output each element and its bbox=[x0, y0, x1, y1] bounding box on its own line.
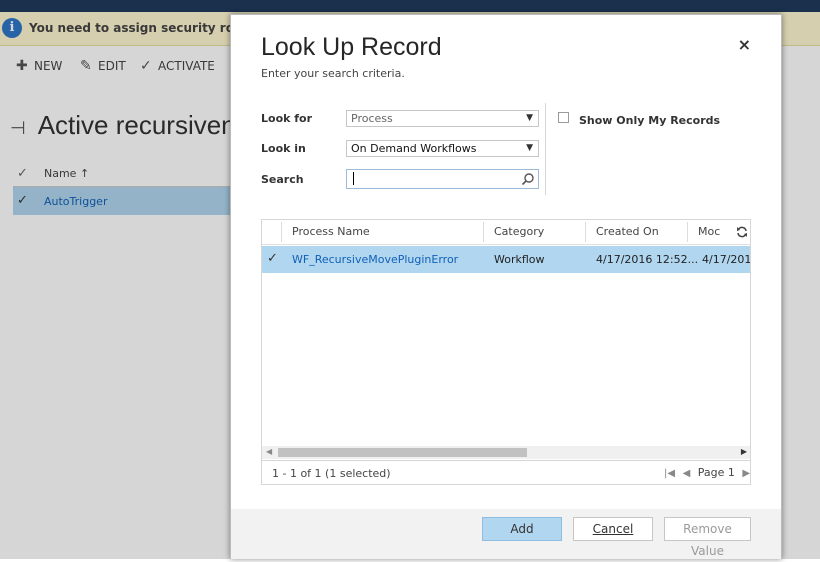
record-count: 1 - 1 of 1 (1 selected) bbox=[272, 467, 391, 480]
column-header-created-on[interactable]: Created On bbox=[596, 225, 659, 238]
close-icon[interactable]: × bbox=[738, 35, 751, 54]
row-check-icon[interactable]: ✓ bbox=[267, 251, 278, 266]
column-header-modified-on[interactable]: Moc bbox=[698, 225, 720, 238]
column-divider bbox=[281, 222, 282, 242]
created-on-cell: 4/17/2016 12:52... bbox=[596, 253, 699, 266]
page-number: Page 1 bbox=[697, 466, 735, 479]
modified-on-cell: 4/17/2016 bbox=[702, 253, 751, 266]
remove-value-button[interactable]: Remove Value bbox=[664, 517, 751, 558]
column-divider bbox=[687, 222, 688, 242]
column-header-process-name[interactable]: Process Name bbox=[292, 225, 370, 238]
column-divider bbox=[483, 222, 484, 242]
process-name-link[interactable]: WF_RecursiveMovePluginError bbox=[292, 253, 458, 266]
search-label: Search bbox=[261, 173, 304, 186]
show-only-my-records-checkbox[interactable] bbox=[558, 112, 569, 123]
add-button[interactable]: Add bbox=[482, 517, 562, 541]
lookup-dialog: Look Up Record Enter your search criteri… bbox=[230, 14, 782, 559]
search-input[interactable] bbox=[346, 169, 539, 189]
show-only-my-records-label[interactable]: Show Only My Records bbox=[579, 114, 720, 127]
category-cell: Workflow bbox=[494, 253, 545, 266]
previous-page-icon[interactable]: ◀ bbox=[683, 468, 691, 479]
results-grid-header: Process Name Category Created On Moc bbox=[262, 220, 750, 245]
text-caret bbox=[353, 172, 354, 185]
table-row[interactable]: ✓ WF_RecursiveMovePluginError Workflow 4… bbox=[262, 246, 751, 273]
first-page-icon[interactable]: |◀ bbox=[664, 468, 675, 479]
scroll-right-icon[interactable]: ▶ bbox=[741, 447, 747, 456]
pager: |◀ ◀ Page 1 ▶ bbox=[664, 466, 750, 479]
dialog-subtitle: Enter your search criteria. bbox=[261, 67, 405, 80]
results-grid: Process Name Category Created On Moc ✓ W… bbox=[261, 219, 751, 485]
grid-footer: 1 - 1 of 1 (1 selected) |◀ ◀ Page 1 ▶ bbox=[262, 460, 750, 484]
scrollbar-thumb[interactable] bbox=[278, 448, 527, 457]
divider bbox=[545, 103, 546, 195]
look-in-label: Look in bbox=[261, 142, 306, 155]
column-divider bbox=[585, 222, 586, 242]
scroll-left-icon[interactable]: ◀ bbox=[266, 447, 272, 456]
look-for-label: Look for bbox=[261, 112, 313, 125]
look-in-select[interactable]: On Demand Workflows ▼ bbox=[346, 140, 539, 157]
look-for-select[interactable]: Process ▼ bbox=[346, 110, 539, 127]
next-page-icon[interactable]: ▶ bbox=[742, 468, 750, 479]
dialog-title: Look Up Record bbox=[261, 33, 442, 61]
chevron-down-icon: ▼ bbox=[526, 143, 533, 153]
chevron-down-icon: ▼ bbox=[526, 113, 533, 123]
horizontal-scrollbar[interactable]: ◀ ▶ bbox=[262, 446, 750, 459]
search-icon[interactable] bbox=[521, 172, 535, 186]
refresh-icon[interactable] bbox=[736, 226, 748, 238]
cancel-button[interactable]: Cancel bbox=[573, 517, 653, 541]
column-header-category[interactable]: Category bbox=[494, 225, 544, 238]
